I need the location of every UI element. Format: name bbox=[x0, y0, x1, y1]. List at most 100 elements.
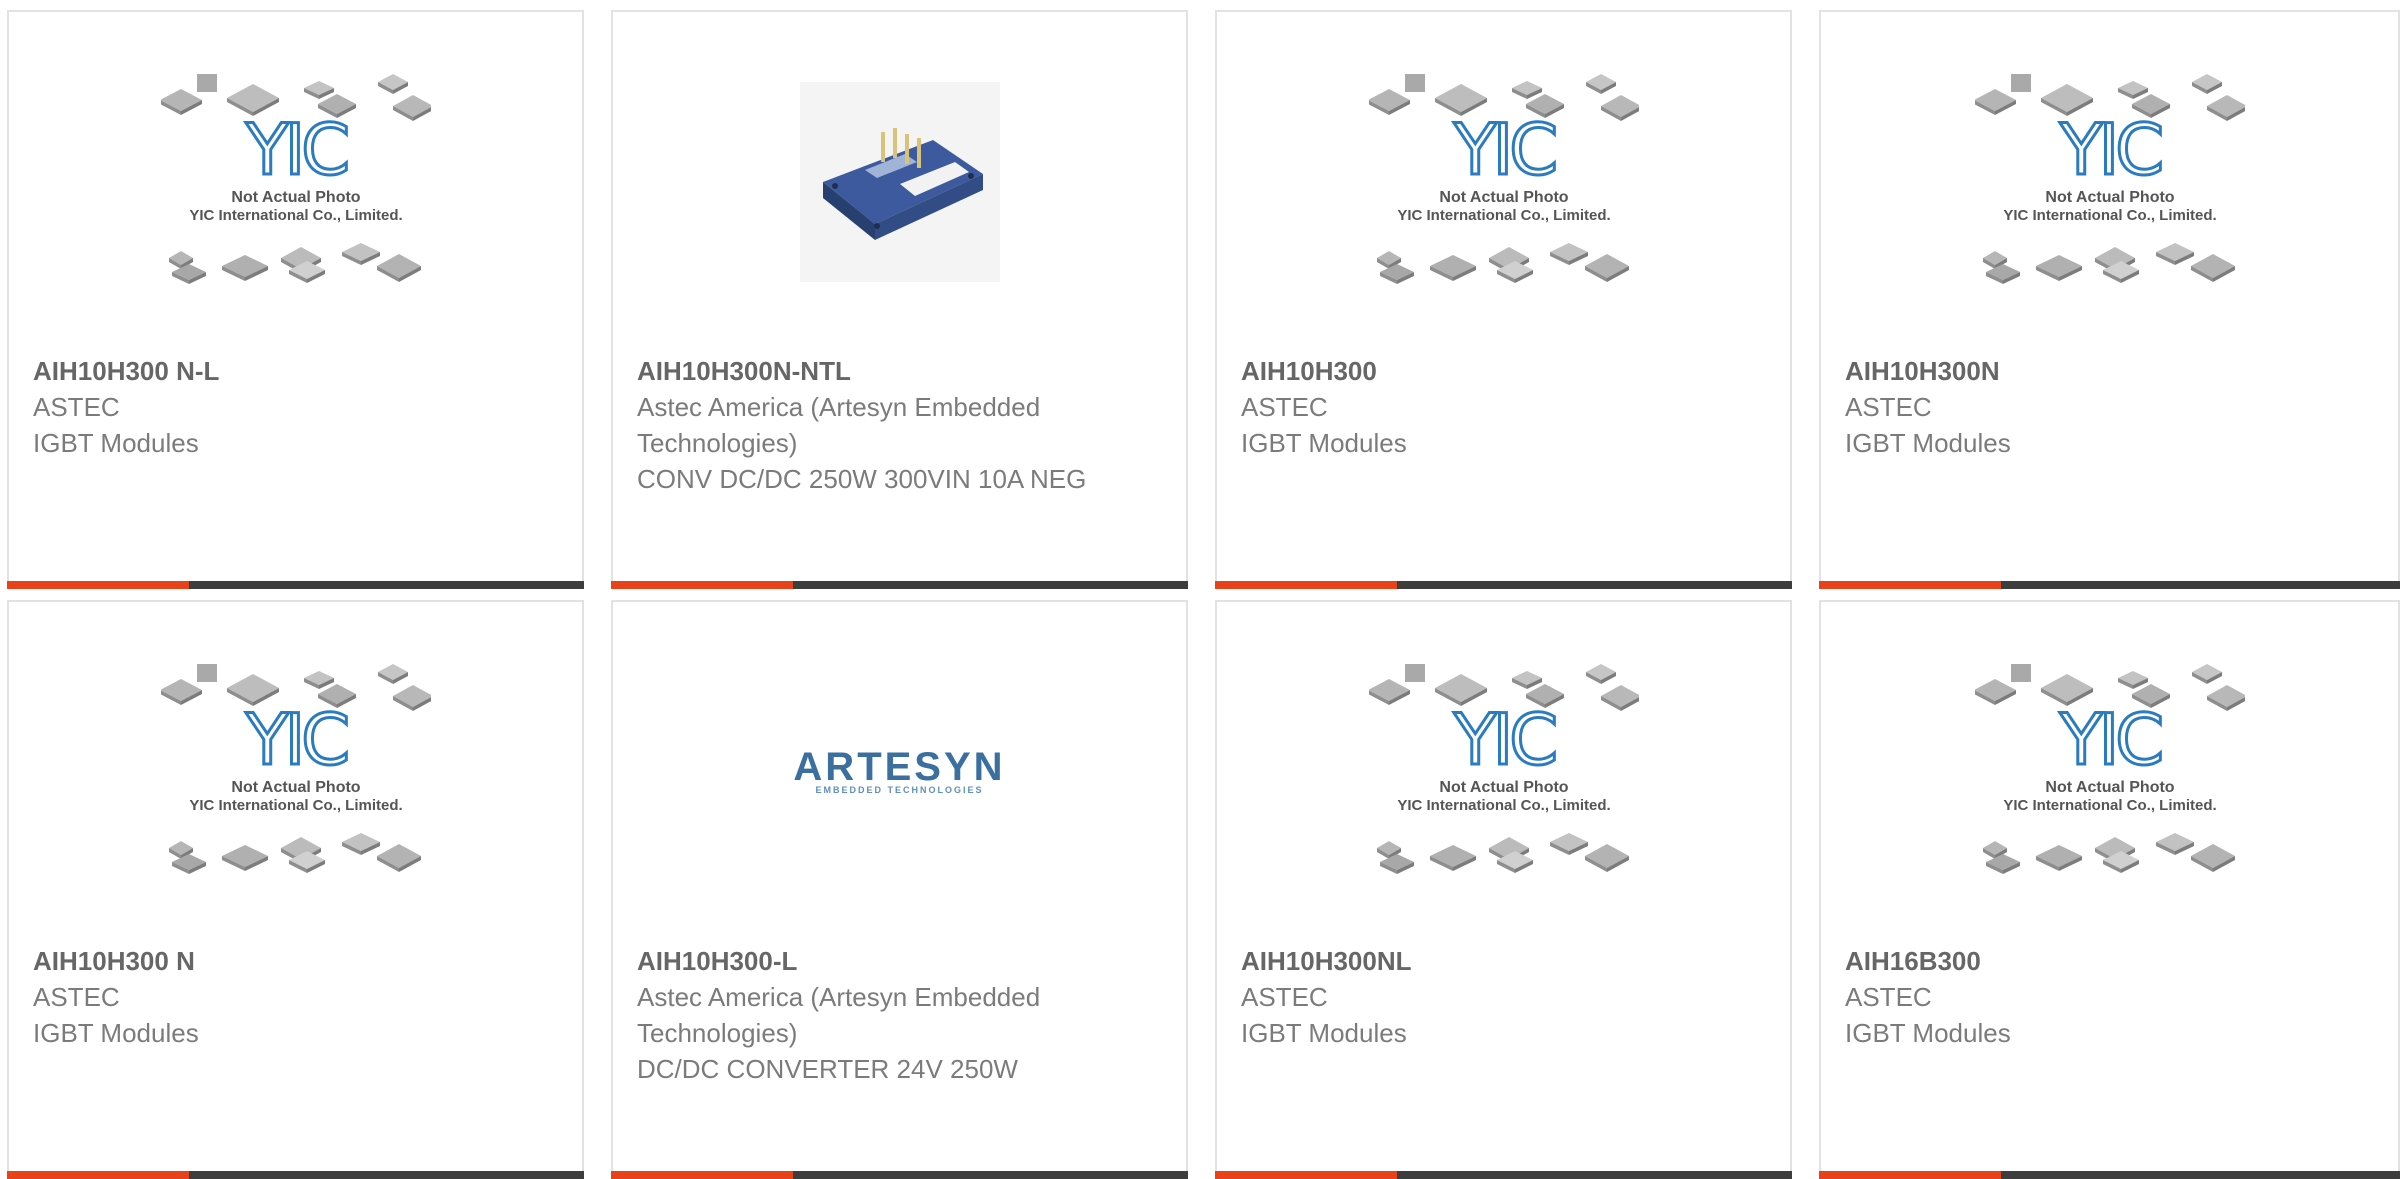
chip-icon bbox=[2206, 95, 2245, 121]
chip-icon bbox=[392, 685, 431, 711]
chip-icon bbox=[1511, 671, 1542, 689]
product-image-placeholder: YIC Not Actual Photo YIC International Co.… bbox=[9, 602, 582, 942]
chip-icon bbox=[1985, 854, 2020, 874]
placeholder-graphic: YIC Not Actual Photo YIC International Co.… bbox=[1974, 62, 2245, 302]
placeholder-graphic: YIC Not Actual Photo YIC International Co.… bbox=[1368, 62, 1639, 302]
chip-icon bbox=[196, 664, 217, 682]
part-number: AIH10H300N bbox=[1845, 356, 2000, 386]
artesyn-logo-word: ARTESYN bbox=[793, 745, 1006, 789]
not-actual-photo-label: Not Actual Photo bbox=[231, 779, 360, 796]
product-image: ARTESYN EMBEDDED TECHNOLOGIES bbox=[613, 602, 1186, 942]
product-info: AIH10H300NL ASTEC IGBT Modules bbox=[1241, 943, 1770, 1051]
card-bottom-bar bbox=[7, 581, 584, 589]
manufacturer: ASTEC bbox=[33, 392, 120, 422]
chip-icon bbox=[160, 89, 202, 115]
chip-icon bbox=[341, 243, 380, 265]
company-label: YIC International Co., Limited. bbox=[2003, 207, 2216, 224]
chip-icon bbox=[303, 81, 334, 99]
description: DC/DC CONVERTER 24V 250W bbox=[637, 1054, 1018, 1084]
part-number: AIH10H300NL bbox=[1241, 946, 1412, 976]
product-image-placeholder: YIC Not Actual Photo YIC International Co.… bbox=[1217, 12, 1790, 352]
product-info: AIH10H300N-NTL Astec America (Artesyn Em… bbox=[637, 353, 1166, 497]
product-card[interactable]: YIC Not Actual Photo YIC International Co.… bbox=[1215, 600, 1792, 1179]
chip-icon bbox=[2010, 664, 2031, 682]
chip-icon bbox=[160, 679, 202, 705]
card-accent bbox=[611, 1171, 793, 1179]
not-actual-photo-label: Not Actual Photo bbox=[1439, 189, 1568, 206]
product-card[interactable]: YIC Not Actual Photo YIC International Co.… bbox=[1819, 600, 2400, 1179]
chip-icon bbox=[376, 844, 421, 872]
description: IGBT Modules bbox=[33, 428, 199, 458]
manufacturer: Astec America (Artesyn Embedded Technolo… bbox=[637, 982, 1041, 1048]
not-actual-photo-label: Not Actual Photo bbox=[1439, 779, 1568, 796]
placeholder-graphic: YIC Not Actual Photo YIC International Co.… bbox=[1368, 652, 1639, 892]
chip-icon bbox=[1549, 243, 1588, 265]
yic-logo: YIC bbox=[1452, 109, 1554, 191]
manufacturer: ASTEC bbox=[1845, 392, 1932, 422]
manufacturer: Astec America (Artesyn Embedded Technolo… bbox=[637, 392, 1041, 458]
product-card[interactable]: ARTESYN EMBEDDED TECHNOLOGIES AIH10H300-… bbox=[611, 600, 1188, 1179]
chip-icon bbox=[2155, 243, 2194, 265]
manufacturer: ASTEC bbox=[33, 982, 120, 1012]
chip-icon bbox=[221, 845, 268, 871]
chip-icon bbox=[2190, 254, 2235, 282]
chip-icon bbox=[1379, 264, 1414, 284]
card-accent bbox=[7, 1171, 189, 1179]
part-number: AIH16B300 bbox=[1845, 946, 1981, 976]
part-number: AIH10H300 N-L bbox=[33, 356, 220, 386]
yic-logo: YIC bbox=[2058, 699, 2160, 781]
chip-icon bbox=[303, 671, 334, 689]
product-info: AIH10H300-L Astec America (Artesyn Embed… bbox=[637, 943, 1166, 1087]
chip-icon bbox=[1404, 664, 1425, 682]
chip-icon bbox=[1585, 664, 1616, 684]
chip-icon bbox=[1429, 845, 1476, 871]
product-card[interactable]: YIC Not Actual Photo YIC International Co.… bbox=[7, 10, 584, 589]
chip-icon bbox=[1584, 254, 1629, 282]
manufacturer: ASTEC bbox=[1845, 982, 1932, 1012]
chip-icon bbox=[1584, 844, 1629, 872]
part-number: AIH10H300 bbox=[1241, 356, 1377, 386]
card-bottom-bar bbox=[611, 1171, 1188, 1179]
chip-icon bbox=[2155, 833, 2194, 855]
chip-icon bbox=[2035, 255, 2082, 281]
product-card[interactable]: AIH10H300N-NTL Astec America (Artesyn Em… bbox=[611, 10, 1188, 589]
company-label: YIC International Co., Limited. bbox=[1397, 797, 1610, 814]
product-card[interactable]: YIC Not Actual Photo YIC International Co.… bbox=[1819, 10, 2400, 589]
product-info: AIH10H300 ASTEC IGBT Modules bbox=[1241, 353, 1770, 461]
chip-icon bbox=[1600, 95, 1639, 121]
product-image-placeholder: YIC Not Actual Photo YIC International Co.… bbox=[1821, 12, 2398, 352]
part-number: AIH10H300 N bbox=[33, 946, 195, 976]
chip-icon bbox=[2117, 81, 2148, 99]
chip-icon bbox=[221, 255, 268, 281]
product-card[interactable]: YIC Not Actual Photo YIC International Co.… bbox=[1215, 10, 1792, 589]
chip-icon bbox=[2010, 74, 2031, 92]
description: CONV DC/DC 250W 300VIN 10A NEG bbox=[637, 464, 1087, 494]
chip-icon bbox=[1549, 833, 1588, 855]
chip-icon bbox=[1985, 264, 2020, 284]
product-info: AIH10H300 N-L ASTEC IGBT Modules bbox=[33, 353, 562, 461]
not-actual-photo-label: Not Actual Photo bbox=[231, 189, 360, 206]
chip-icon bbox=[377, 664, 408, 684]
chip-icon bbox=[377, 74, 408, 94]
chip-icon bbox=[2191, 74, 2222, 94]
card-accent bbox=[611, 581, 793, 589]
not-actual-photo-label: Not Actual Photo bbox=[2045, 189, 2174, 206]
chip-icon bbox=[2117, 671, 2148, 689]
description: IGBT Modules bbox=[33, 1018, 199, 1048]
placeholder-graphic: YIC Not Actual Photo YIC International Co.… bbox=[1974, 652, 2245, 892]
card-accent bbox=[1819, 581, 2001, 589]
part-number: AIH10H300-L bbox=[637, 946, 798, 976]
chip-icon bbox=[171, 854, 206, 874]
placeholder-graphic: YIC Not Actual Photo YIC International Co.… bbox=[160, 62, 431, 302]
card-bottom-bar bbox=[1819, 1171, 2400, 1179]
product-image-placeholder: YIC Not Actual Photo YIC International Co.… bbox=[1217, 602, 1790, 942]
chip-icon bbox=[196, 74, 217, 92]
chip-icon bbox=[2206, 685, 2245, 711]
product-card[interactable]: YIC Not Actual Photo YIC International Co.… bbox=[7, 600, 584, 1179]
card-bottom-bar bbox=[1215, 1171, 1792, 1179]
chip-icon bbox=[1429, 255, 1476, 281]
company-label: YIC International Co., Limited. bbox=[1397, 207, 1610, 224]
chip-icon bbox=[171, 264, 206, 284]
card-bottom-bar bbox=[611, 581, 1188, 589]
chip-icon bbox=[1368, 679, 1410, 705]
